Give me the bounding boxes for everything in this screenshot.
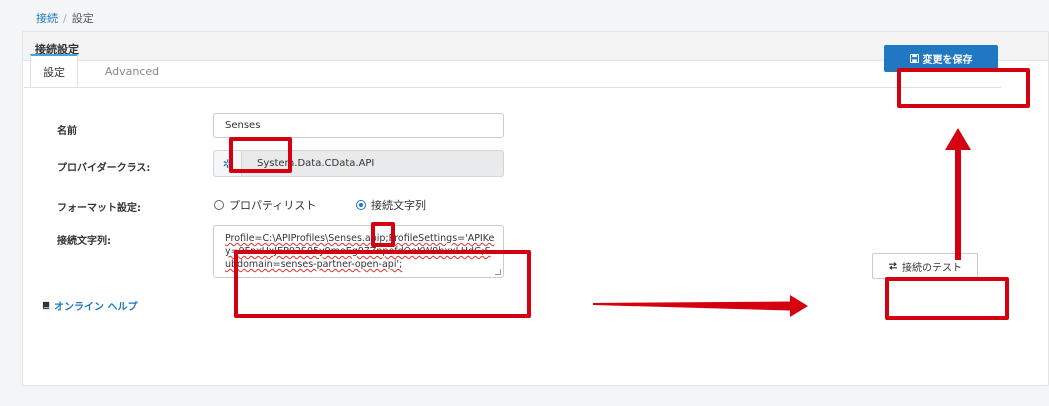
breadcrumb: 接続 / 設定 [36,10,94,26]
test-connection-button[interactable]: 接続のテスト [872,253,978,279]
connection-string-label: 接続文字列: [57,236,111,247]
provider-class-label: プロバイダークラス: [57,163,151,174]
radio-connection-string-label: 接続文字列 [371,199,426,212]
save-changes-label: 変更を保存 [922,55,973,66]
tab-advanced[interactable]: Advanced [100,54,164,88]
connection-string-textarea[interactable]: Profile=C:\APIProfiles\Senses.apip;Profi… [213,225,504,278]
name-input[interactable]: Senses [213,113,504,138]
radio-property-list[interactable]: プロパティリスト [214,197,316,213]
provider-class-field[interactable]: ✲ System.Data.CData.API [213,150,504,177]
radio-property-list-circle[interactable] [214,200,224,210]
tab-settings[interactable]: 設定 [30,54,78,88]
gear-icon: ✲ [214,151,242,176]
name-label: 名前 [57,126,77,137]
book-icon [42,301,50,310]
radio-connection-string-circle[interactable] [356,200,366,210]
name-input-value: Senses [225,120,261,131]
connection-settings-card: 接続設定 [22,31,1049,386]
connection-string-value: Profile=C:\APIProfiles\Senses.apip;Profi… [225,233,495,270]
swap-arrows-icon [889,262,897,270]
save-changes-button[interactable]: 変更を保存 [884,45,998,72]
online-help-label: オンライン ヘルプ [54,302,138,313]
resize-handle[interactable] [495,269,501,275]
tab-divider [24,87,1001,88]
provider-class-value: System.Data.CData.API [257,158,375,169]
radio-property-list-label: プロパティリスト [229,199,317,212]
breadcrumb-current: 設定 [71,12,94,25]
online-help-link[interactable]: オンライン ヘルプ [42,298,137,313]
radio-connection-string[interactable]: 接続文字列 [356,197,426,213]
format-settings-label: フォーマット設定: [57,203,141,214]
breadcrumb-link-connections[interactable]: 接続 [36,12,58,25]
test-connection-label: 接続のテスト [902,262,962,274]
floppy-disk-icon [909,54,919,63]
breadcrumb-separator: / [63,12,67,25]
